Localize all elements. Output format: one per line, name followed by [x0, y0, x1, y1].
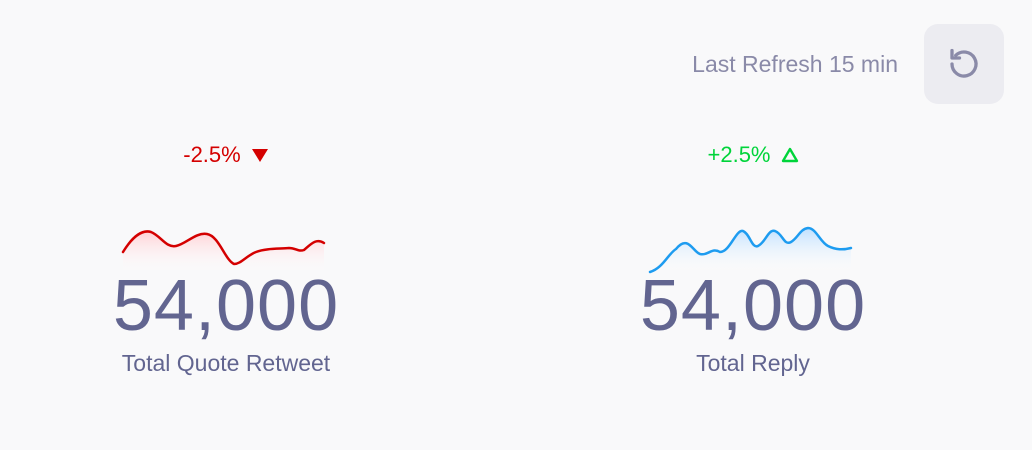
triangle-up-outline-icon: [781, 147, 798, 163]
stat-card-reply: +2.5% 54,000 Total Reply: [593, 140, 913, 377]
sparkline-chart-quote-retweet: [121, 230, 326, 274]
triangle-down-icon: [251, 149, 268, 162]
trend-percentage: +2.5%: [707, 142, 771, 167]
stat-value: 54,000: [639, 266, 867, 346]
stat-value: 54,000: [112, 266, 340, 346]
refresh-icon: [950, 48, 978, 78]
sparkline-chart-reply: [648, 226, 853, 274]
trend-indicator: +2.5%: [593, 140, 913, 170]
refresh-button[interactable]: [924, 24, 1004, 104]
refresh-bar: Last Refresh 15 min: [692, 24, 1004, 104]
stat-label: Total Quote Retweet: [121, 350, 331, 376]
stat-label: Total Reply: [696, 350, 810, 376]
last-refresh-label: Last Refresh 15 min: [692, 50, 898, 77]
trend-percentage: -2.5%: [183, 142, 241, 167]
trend-indicator: -2.5%: [66, 140, 386, 170]
stat-card-quote-retweet: -2.5% 54,000 Total Quote Retweet: [66, 140, 386, 377]
